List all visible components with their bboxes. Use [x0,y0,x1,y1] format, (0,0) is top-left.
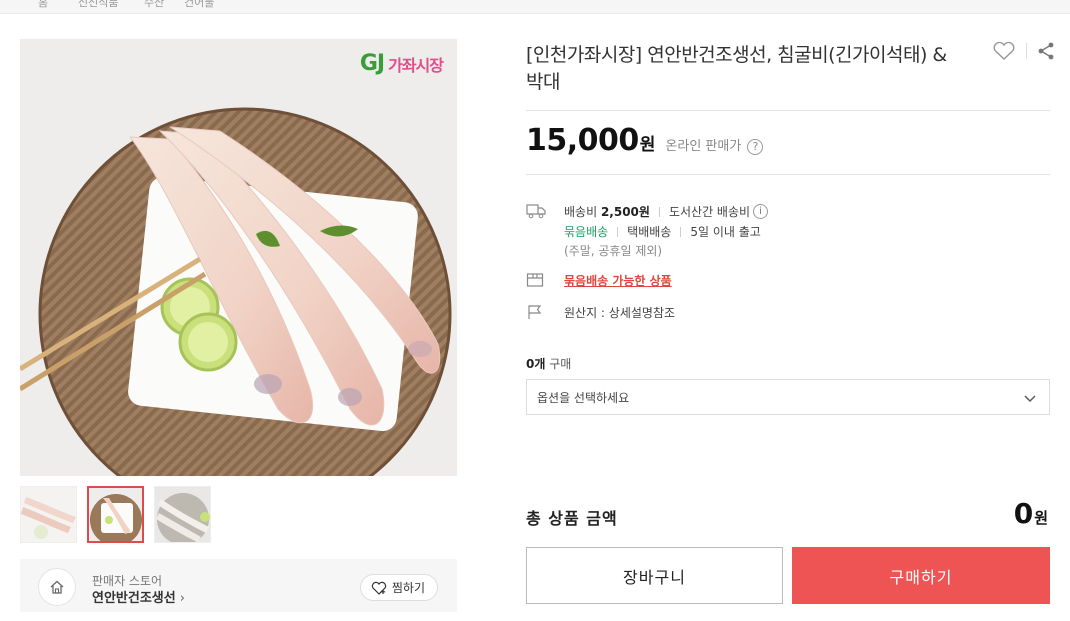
bundle-shipping: 묶음배송 [564,225,609,239]
info-icon[interactable]: i [753,204,769,219]
bundle-products-link[interactable]: 묶음배송 가능한 상품 [564,272,672,289]
thumbnail-list [20,486,211,543]
breadcrumb: 홈 신선식품 수산 건어물 [0,0,1070,14]
product-main-image: GJ 가좌시장 [20,39,457,476]
logo-name: 가좌시장 [388,55,444,75]
purchase-count-label: 구매 [549,357,572,371]
courier-shipping: 택배배송 [627,225,672,239]
seller-store-bar: 판매자 스토어 연안반건조생선 › 찜하기 [20,559,457,612]
breadcrumb-item[interactable]: 수산 [144,0,164,10]
divider [526,110,1050,111]
total-value: 0 [1013,497,1034,530]
purchase-count: 0개 구매 [526,355,571,372]
thumbnail-image [21,487,76,542]
shipping-fee-row: 배송비 2,500원 도서산간 배송비 i [564,203,769,220]
flag-icon [528,305,542,319]
product-title: [인천가좌시장] 연안반건조생선, 침굴비(긴가이석태) & 박대 [526,44,947,93]
market-logo: GJ 가좌시장 [359,51,444,76]
price-block: 15,000 원 온라인 판매가 ? [526,123,764,158]
price-value: 15,000 [526,123,639,158]
option-select-placeholder: 옵션을 선택하세요 [537,390,630,405]
seller-name: 연안반건조생선 [92,591,176,606]
divider [526,174,1050,175]
chevron-down-icon [1024,395,1036,402]
breadcrumb-item[interactable]: 홈 [38,0,48,10]
favorite-label: 찜하기 [391,581,425,595]
total-amount: 0 원 [1014,497,1048,530]
shipping-fee-label: 배송비 [564,205,598,219]
option-select[interactable]: 옵션을 선택하세요 [526,379,1050,415]
help-icon[interactable]: ? [747,138,764,155]
shipping-method-row: 묶음배송 택배배송 5일 이내 출고 [564,223,761,240]
divider [680,226,682,237]
shipping-note: (주말, 공휴일 제외) [564,244,663,258]
divider [658,206,660,217]
chevron-right-icon: › [179,591,185,606]
divider [617,226,619,237]
divider [1026,43,1027,59]
shipping-fee: 2,500원 [600,205,650,219]
thumbnail-1[interactable] [20,486,77,543]
heart-icon[interactable] [992,41,1016,61]
total-currency: 원 [1034,509,1048,527]
purchase-count-num: 0개 [526,357,546,371]
box-icon [526,273,544,287]
thumbnail-2[interactable] [87,486,144,543]
truck-icon [526,204,546,219]
seller-name-link[interactable]: 연안반건조생선 › [92,587,185,606]
buy-now-button[interactable]: 구매하기 [792,547,1050,604]
origin-row: 원산지 : 상세설명참조 [564,306,676,320]
store-home-icon[interactable] [38,568,76,606]
share-icon[interactable] [1037,41,1055,61]
price-note: 온라인 판매가 ? [665,135,764,155]
favorite-store-button[interactable]: 찜하기 [359,574,438,601]
home-icon [50,580,64,594]
bundle-link-row: 묶음배송 가능한 상품 [564,272,672,289]
island-shipping-label: 도서산간 배송비 [668,205,751,219]
logo-mark: GJ [359,51,385,76]
thumbnail-image [89,488,142,541]
breadcrumb-item[interactable]: 신선식품 [78,0,118,10]
thumbnail-image [155,487,210,542]
thumbnail-3[interactable] [154,486,211,543]
total-label: 총 상품 금액 [526,509,618,528]
add-to-cart-button[interactable]: 장바구니 [526,547,783,604]
shipping-lead-time: 5일 이내 출고 [690,225,761,239]
breadcrumb-item[interactable]: 건어물 [184,0,214,10]
price-currency: 원 [639,135,656,155]
heart-plus-icon [371,581,387,595]
price-note-text: 온라인 판매가 [665,139,742,154]
product-actions [992,41,1055,61]
product-photo [20,39,457,476]
